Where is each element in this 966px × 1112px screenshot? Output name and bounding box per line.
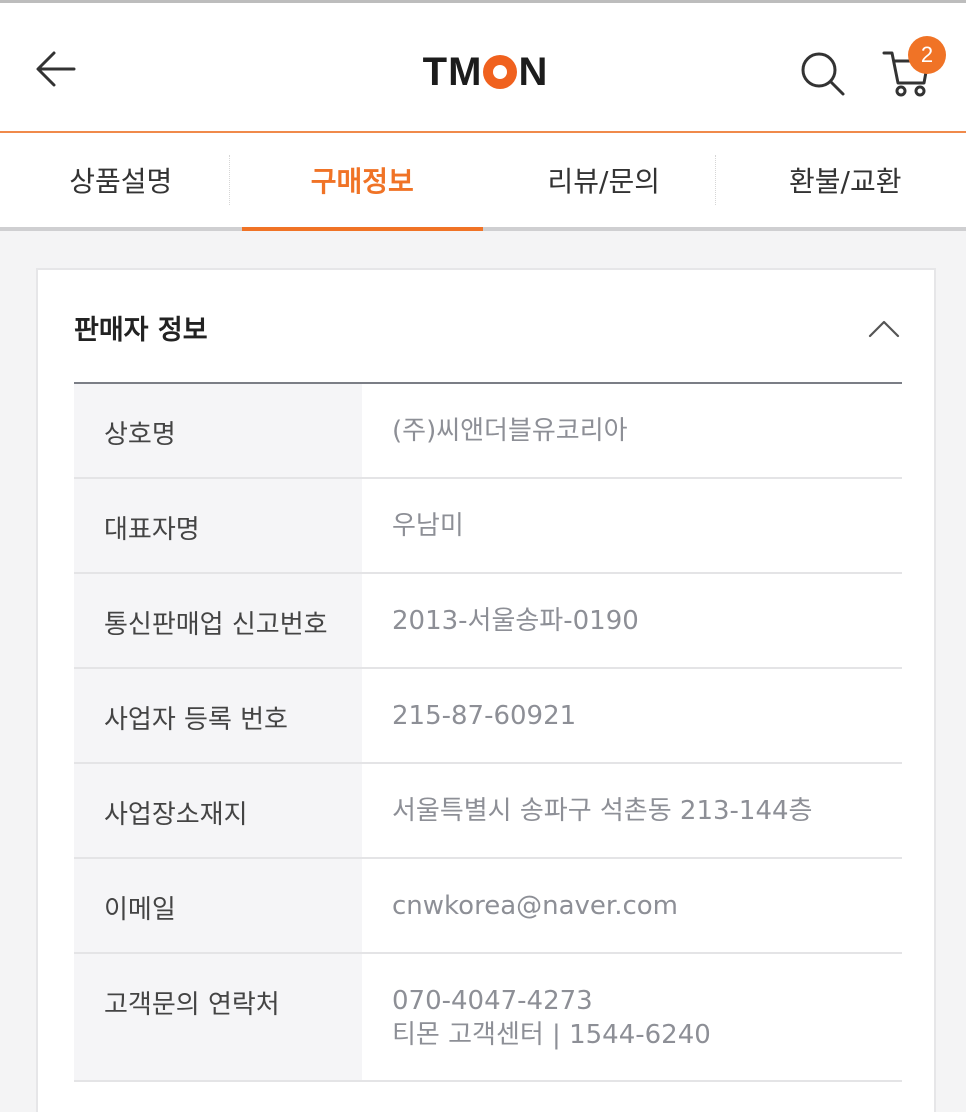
row-value: 2013-서울송파-0190 — [392, 606, 639, 636]
logo-text-n: N — [518, 49, 549, 94]
table-row: 대표자명 우남미 — [74, 479, 902, 574]
tab-purchase-info[interactable]: 구매정보 — [241, 133, 484, 231]
tab-product-description[interactable]: 상품설명 — [0, 133, 242, 227]
row-label: 고객문의 연락처 — [74, 954, 362, 1080]
tab-divider — [715, 155, 716, 205]
search-icon — [801, 52, 845, 96]
chevron-up-icon — [868, 320, 900, 338]
row-label: 상호명 — [74, 384, 362, 477]
row-value: 215-87-60921 — [392, 701, 577, 731]
collapse-button[interactable] — [866, 310, 902, 346]
row-value: 서울특별시 송파구 석촌동 213-144층 — [392, 796, 813, 826]
seller-info-card: 판매자 정보 상호명 (주)씨앤더블유코리아 대표자명 우남미 통신판매업 신고… — [36, 268, 936, 1112]
row-value: 우남미 — [392, 511, 464, 541]
row-label: 이메일 — [74, 859, 362, 952]
contact-values: 070-4047-4273 티몬 고객센터 | 1544-6240 — [362, 954, 902, 1080]
logo-o-mark — [483, 55, 518, 89]
tmon-logo[interactable]: TM N — [413, 49, 558, 94]
page: TM N 2 상품설명 구매정보 리뷰/문의 환불/교환 판매자 정보 상호명 … — [0, 0, 966, 1112]
row-label: 사업장소재지 — [74, 764, 362, 857]
email-link[interactable]: cnwkorea@naver.com — [362, 859, 902, 952]
tab-refund-exchange[interactable]: 환불/교환 — [725, 133, 966, 227]
seller-info-title: 판매자 정보 — [74, 315, 208, 346]
table-row: 이메일 cnwkorea@naver.com — [74, 859, 902, 954]
seller-info-table: 상호명 (주)씨앤더블유코리아 대표자명 우남미 통신판매업 신고번호 2013… — [74, 384, 902, 1082]
table-row: 상호명 (주)씨앤더블유코리아 — [74, 384, 902, 479]
phone-number[interactable]: 070-4047-4273 — [392, 984, 902, 1018]
product-tabs: 상품설명 구매정보 리뷰/문의 환불/교환 — [0, 133, 966, 231]
row-label: 대표자명 — [74, 479, 362, 572]
customer-center-number[interactable]: 티몬 고객센터 | 1544-6240 — [392, 1018, 902, 1052]
tab-reviews-inquiries[interactable]: 리뷰/문의 — [483, 133, 725, 227]
table-row: 사업장소재지 서울특별시 송파구 석촌동 213-144층 — [74, 764, 902, 859]
table-row: 사업자 등록 번호 215-87-60921 — [74, 669, 902, 764]
table-row: 고객문의 연락처 070-4047-4273 티몬 고객센터 | 1544-62… — [74, 954, 902, 1082]
arrow-left-icon — [36, 51, 76, 87]
cart-count-badge: 2 — [908, 36, 946, 74]
table-row: 통신판매업 신고번호 2013-서울송파-0190 — [74, 574, 902, 669]
row-label: 통신판매업 신고번호 — [74, 574, 362, 667]
app-header: TM N 2 — [0, 0, 966, 133]
search-button[interactable] — [796, 47, 848, 99]
logo-text-t: TM — [422, 49, 483, 94]
row-label: 사업자 등록 번호 — [74, 669, 362, 762]
back-button[interactable] — [30, 43, 82, 95]
seller-info-header[interactable]: 판매자 정보 — [74, 270, 902, 384]
tab-divider — [229, 155, 230, 205]
row-value: (주)씨앤더블유코리아 — [392, 416, 628, 446]
